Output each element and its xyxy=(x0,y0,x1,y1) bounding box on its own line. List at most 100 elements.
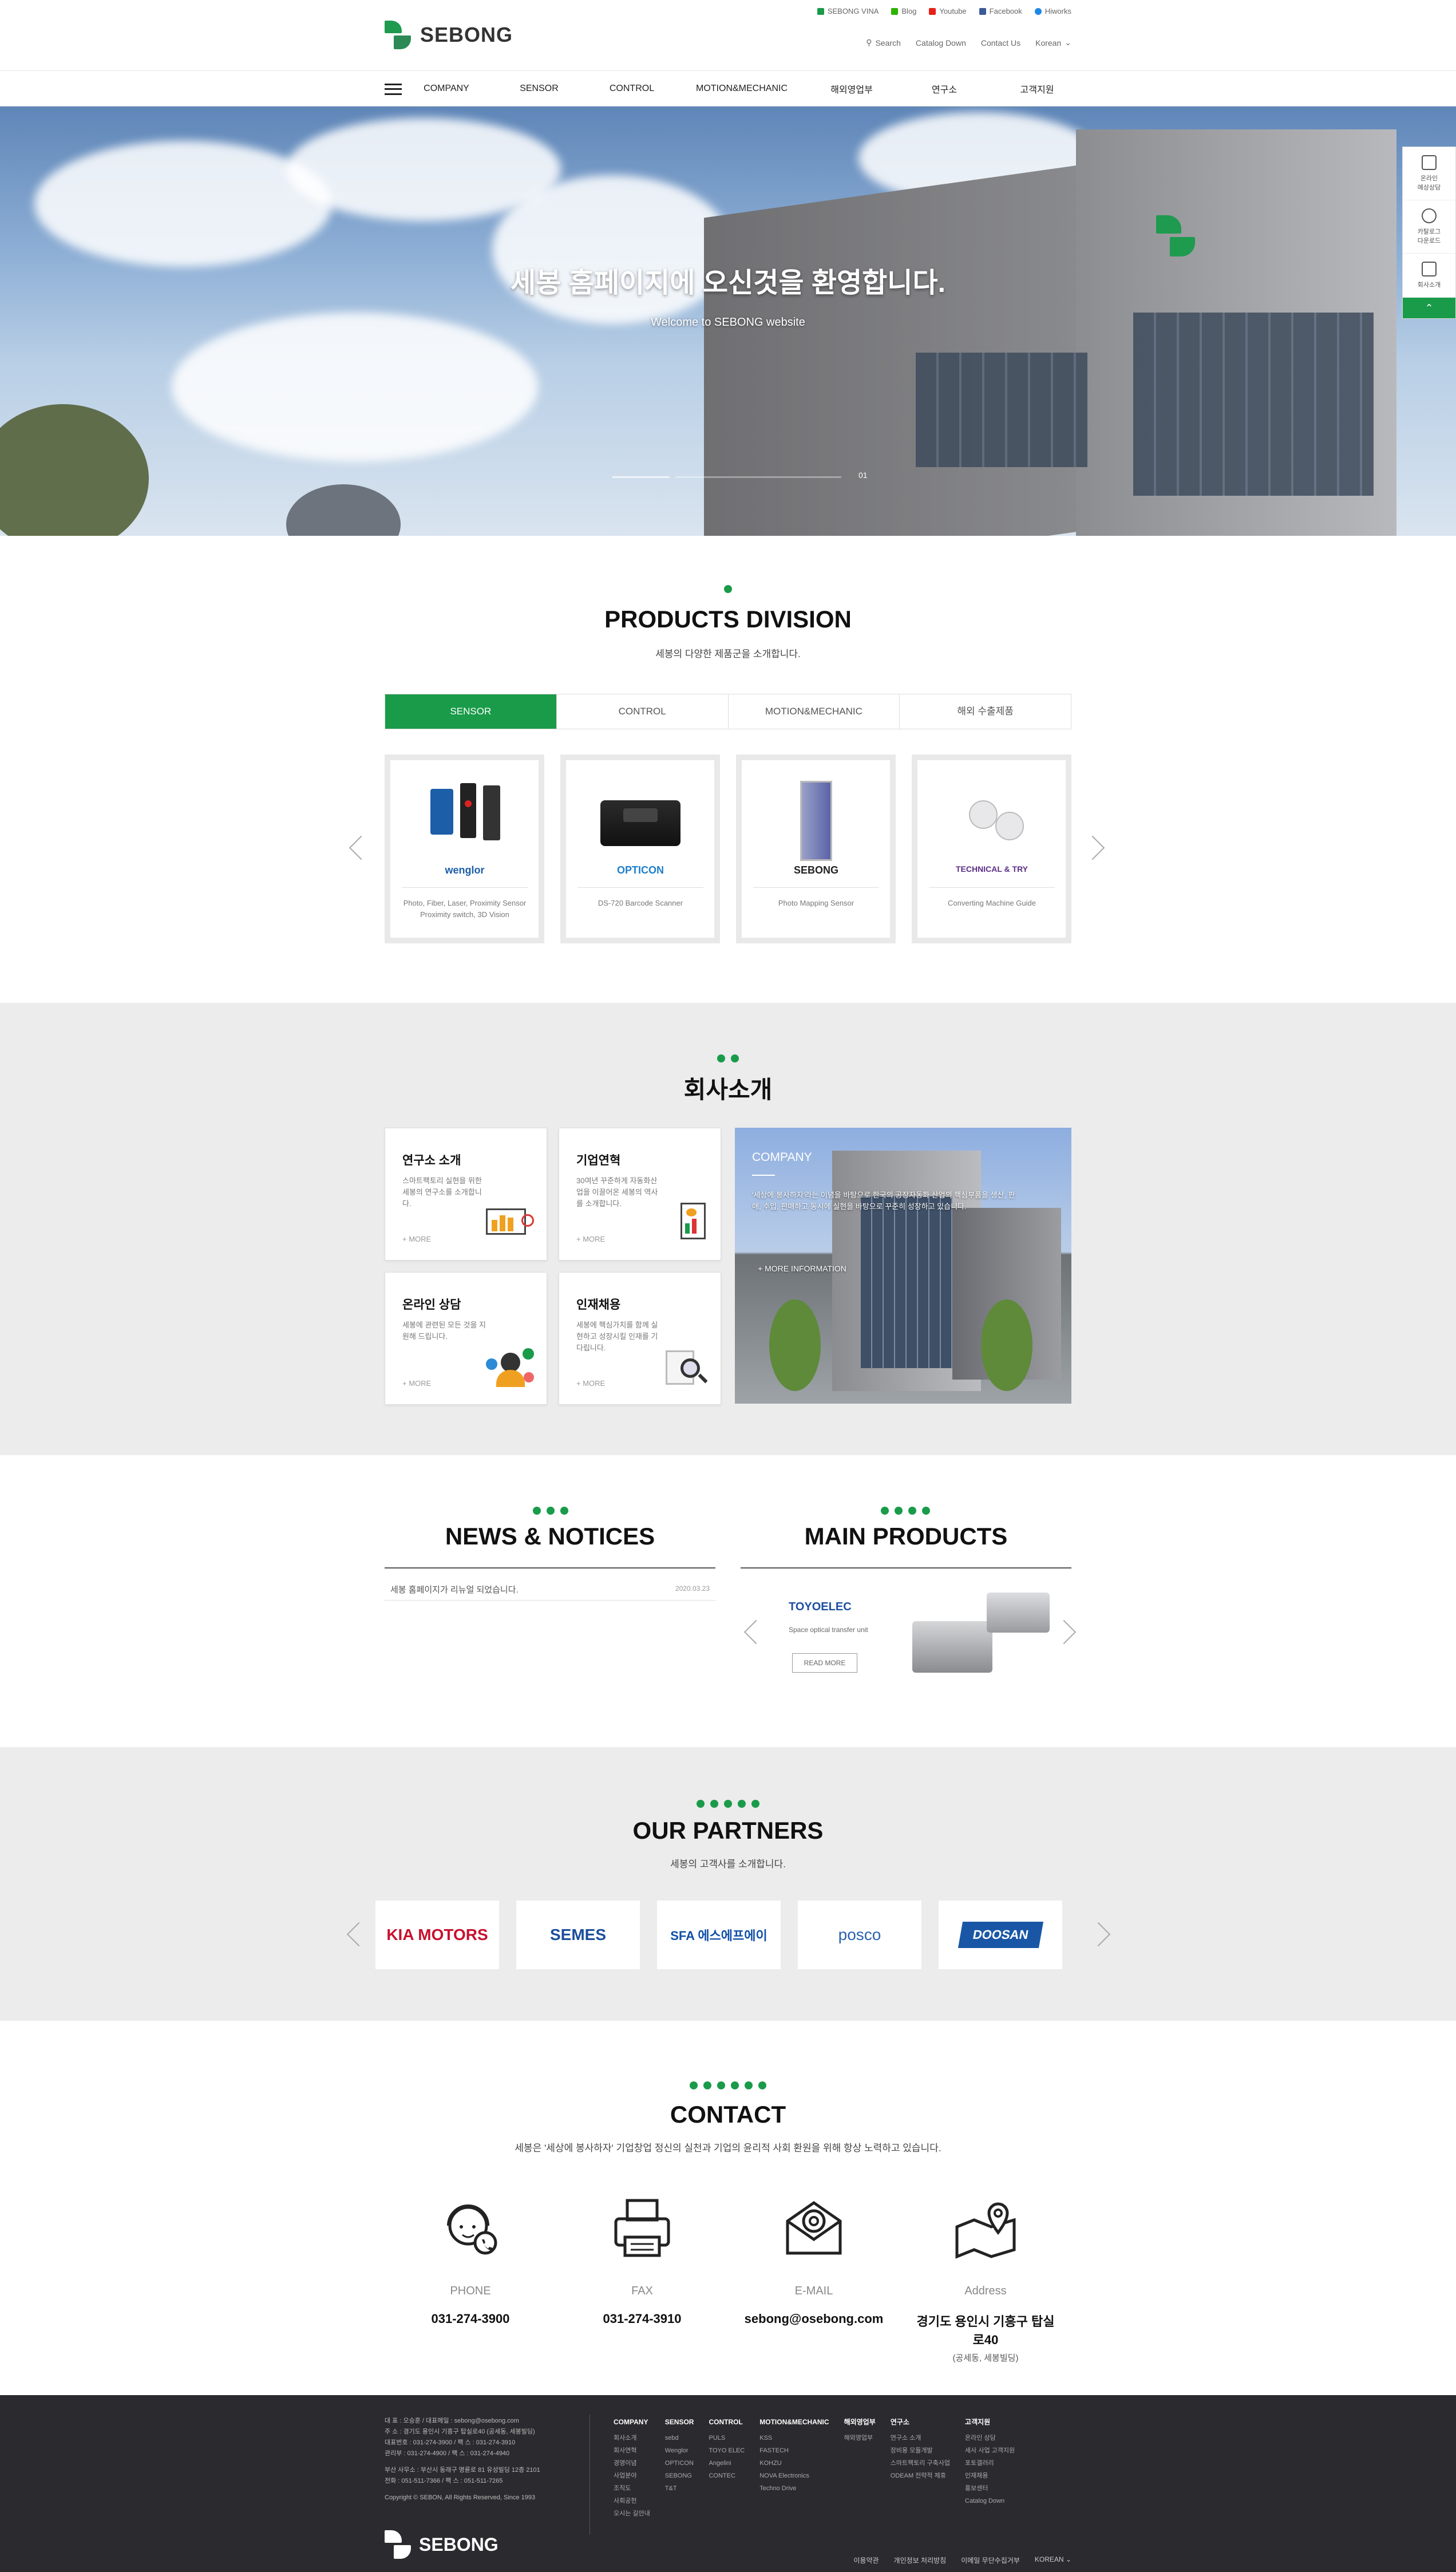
footer-link[interactable]: 장비용 모듈개발 xyxy=(891,2444,950,2457)
tab-control[interactable]: CONTROL xyxy=(557,694,729,729)
footer-link[interactable]: KOHZU xyxy=(759,2457,829,2470)
footer-link[interactable]: CONTEC xyxy=(709,2470,745,2482)
footer-link[interactable]: 회사연혁 xyxy=(614,2444,650,2457)
nav-item-overseas-sales[interactable]: 해외영업부 xyxy=(823,82,880,96)
util-link-blog[interactable]: Blog xyxy=(891,7,916,15)
read-more-button[interactable]: READ MORE xyxy=(792,1653,857,1673)
quick-online-consult[interactable]: 온라인 예상상담 xyxy=(1403,147,1455,200)
search-button[interactable]: ⚲ Search xyxy=(866,38,901,48)
footer-link[interactable]: 온라인 상담 xyxy=(965,2432,1015,2444)
next-arrow-icon[interactable] xyxy=(1080,835,1105,860)
catalog-down-link[interactable]: Catalog Down xyxy=(916,38,966,48)
more-link[interactable]: + MORE xyxy=(576,1235,605,1243)
site-logo[interactable]: SEBONG xyxy=(385,21,513,49)
footer-link[interactable]: 회사소개 xyxy=(614,2432,650,2444)
footer-link[interactable]: 오시는 길안내 xyxy=(614,2507,650,2520)
partner-logo-kia[interactable]: KIA MOTORS xyxy=(375,1901,499,1969)
footer-link[interactable]: T&T xyxy=(665,2482,694,2495)
footer-link[interactable]: 사회공헌 xyxy=(614,2495,650,2507)
footer-link[interactable]: Techno Drive xyxy=(759,2482,829,2495)
footer-link[interactable]: 홍보센터 xyxy=(965,2482,1015,2495)
footer-link[interactable]: 포토갤러리 xyxy=(965,2457,1015,2470)
footer-link[interactable]: 세사 사업 고객지원 xyxy=(965,2444,1015,2457)
menu-icon[interactable] xyxy=(385,84,402,95)
footer-link[interactable]: TOYO ELEC xyxy=(709,2444,745,2457)
util-link-youtube[interactable]: Youtube xyxy=(929,7,967,15)
partner-logo-semes[interactable]: SEMES xyxy=(516,1901,640,1969)
company-photo-banner[interactable]: COMPANY '세상에 봉사하자'라는 이념을 바탕으로 한국의 공장자동화 … xyxy=(735,1128,1071,1404)
history-card[interactable]: 기업연혁 30여년 꾸준하게 자동화산업을 이끌어온 세봉의 역사를 소개합니다… xyxy=(559,1128,721,1261)
footer-link[interactable]: OPTICON xyxy=(665,2457,694,2470)
nav-item-sensor[interactable]: SENSOR xyxy=(511,84,568,94)
tab-sensor[interactable]: SENSOR xyxy=(385,694,557,729)
news-item[interactable]: 세봉 홈페이지가 리뉴얼 되었습니다. 2020.03.23 xyxy=(385,1578,715,1601)
more-information-link[interactable]: + MORE INFORMATION xyxy=(758,1264,846,1273)
footer-col-heading[interactable]: 고객지원 xyxy=(965,2416,1015,2428)
product-card[interactable]: wenglor Photo, Fiber, Laser, Proximity S… xyxy=(385,754,544,943)
footer-col-heading[interactable]: COMPANY xyxy=(614,2416,650,2428)
footer-link[interactable]: 연구소 소개 xyxy=(891,2432,950,2444)
util-link-sebong-vina[interactable]: SEBONG VINA xyxy=(817,7,879,15)
quick-company-intro[interactable]: 회사소개 xyxy=(1403,254,1455,298)
footer-link[interactable]: FASTECH xyxy=(759,2444,829,2457)
contact-value[interactable]: 031-274-3900 xyxy=(396,2312,545,2326)
footer-link[interactable]: ODEAM 전략적 제휴 xyxy=(891,2470,950,2482)
nav-item-motion-mechanic[interactable]: MOTION&MECHANIC xyxy=(696,84,788,94)
product-card[interactable]: SEBONG Photo Mapping Sensor xyxy=(736,754,896,943)
nav-item-research[interactable]: 연구소 xyxy=(916,82,973,96)
footer-link[interactable]: Wenglor xyxy=(665,2444,694,2457)
footer-col-heading[interactable]: MOTION&MECHANIC xyxy=(759,2416,829,2428)
footer-language-select[interactable]: KOREAN ⌄ xyxy=(1035,2555,1071,2565)
footer-link[interactable]: KSS xyxy=(759,2432,829,2444)
footer-logo[interactable]: SEBONG xyxy=(385,2530,498,2559)
card-title: 온라인 상담 xyxy=(402,1298,461,1311)
footer-link[interactable]: 해외영업부 xyxy=(844,2432,876,2444)
prev-arrow-icon[interactable] xyxy=(349,835,374,860)
footer-link[interactable]: 조직도 xyxy=(614,2482,650,2495)
partner-logo-posco[interactable]: posco xyxy=(798,1901,921,1969)
footer-link[interactable]: Catalog Down xyxy=(965,2495,1015,2507)
footer-link[interactable]: 인재채용 xyxy=(965,2470,1015,2482)
footer-col-heading[interactable]: CONTROL xyxy=(709,2416,745,2428)
email-policy-link[interactable]: 이메일 무단수집거부 xyxy=(961,2555,1020,2565)
tab-export-products[interactable]: 해외 수출제품 xyxy=(900,694,1071,729)
partner-logo-sfa[interactable]: SFA 에스에프에이 xyxy=(657,1901,781,1969)
slide-indicator[interactable] xyxy=(675,476,841,478)
footer-link[interactable]: Angelini xyxy=(709,2457,745,2470)
terms-link[interactable]: 이용약관 xyxy=(853,2555,879,2565)
contact-value[interactable]: 031-274-3910 xyxy=(568,2312,717,2326)
util-link-facebook[interactable]: Facebook xyxy=(979,7,1022,15)
footer-link[interactable]: 경영이념 xyxy=(614,2457,650,2470)
product-card[interactable]: TECHNICAL & TRY Converting Machine Guide xyxy=(912,754,1071,943)
privacy-link[interactable]: 개인정보 처리방침 xyxy=(894,2555,947,2565)
quick-catalog-download[interactable]: 카탈로그 다운로드 xyxy=(1403,200,1455,254)
product-card[interactable]: OPTICON DS-720 Barcode Scanner xyxy=(560,754,720,943)
tab-motion-mechanic[interactable]: MOTION&MECHANIC xyxy=(729,694,900,729)
scroll-top-button[interactable]: ⌃ xyxy=(1403,298,1455,318)
footer-link[interactable]: PULS xyxy=(709,2432,745,2444)
research-center-card[interactable]: 연구소 소개 스마트팩토리 실현을 위한 세봉의 연구소를 소개합니다. + M… xyxy=(385,1128,547,1261)
nav-item-support[interactable]: 고객지원 xyxy=(1008,82,1066,96)
more-link[interactable]: + MORE xyxy=(402,1235,431,1243)
more-link[interactable]: + MORE xyxy=(402,1379,431,1388)
language-select[interactable]: Korean ⌄ xyxy=(1035,38,1071,48)
nav-item-company[interactable]: COMPANY xyxy=(418,84,475,94)
online-consult-card[interactable]: 온라인 상담 세봉에 관련된 모든 것을 지원해 드립니다. + MORE xyxy=(385,1272,547,1405)
util-link-hiworks[interactable]: Hiworks xyxy=(1034,7,1071,15)
footer-link[interactable]: sebd xyxy=(665,2432,694,2444)
doosan-wordmark: DOOSAN xyxy=(958,1922,1043,1948)
partner-logo-doosan[interactable]: DOOSAN xyxy=(939,1901,1062,1969)
footer-link[interactable]: 스마트팩토리 구축사업 xyxy=(891,2457,950,2470)
footer-link[interactable]: NOVA Electronics xyxy=(759,2470,829,2482)
more-link[interactable]: + MORE xyxy=(576,1379,605,1388)
footer-col-heading[interactable]: SENSOR xyxy=(665,2416,694,2428)
footer-col-heading[interactable]: 해외영업부 xyxy=(844,2416,876,2428)
contact-us-link[interactable]: Contact Us xyxy=(981,38,1020,48)
footer-link[interactable]: SEBONG xyxy=(665,2470,694,2482)
slide-indicator-active[interactable] xyxy=(612,476,670,478)
contact-value[interactable]: sebong@osebong.com xyxy=(739,2312,888,2326)
footer-col-heading[interactable]: 연구소 xyxy=(891,2416,950,2428)
recruit-card[interactable]: 인재채용 세봉에 핵심가치를 함께 실현하고 성장시킬 인재를 기다립니다. +… xyxy=(559,1272,721,1405)
nav-item-control[interactable]: CONTROL xyxy=(603,84,660,94)
footer-link[interactable]: 사업분야 xyxy=(614,2470,650,2482)
